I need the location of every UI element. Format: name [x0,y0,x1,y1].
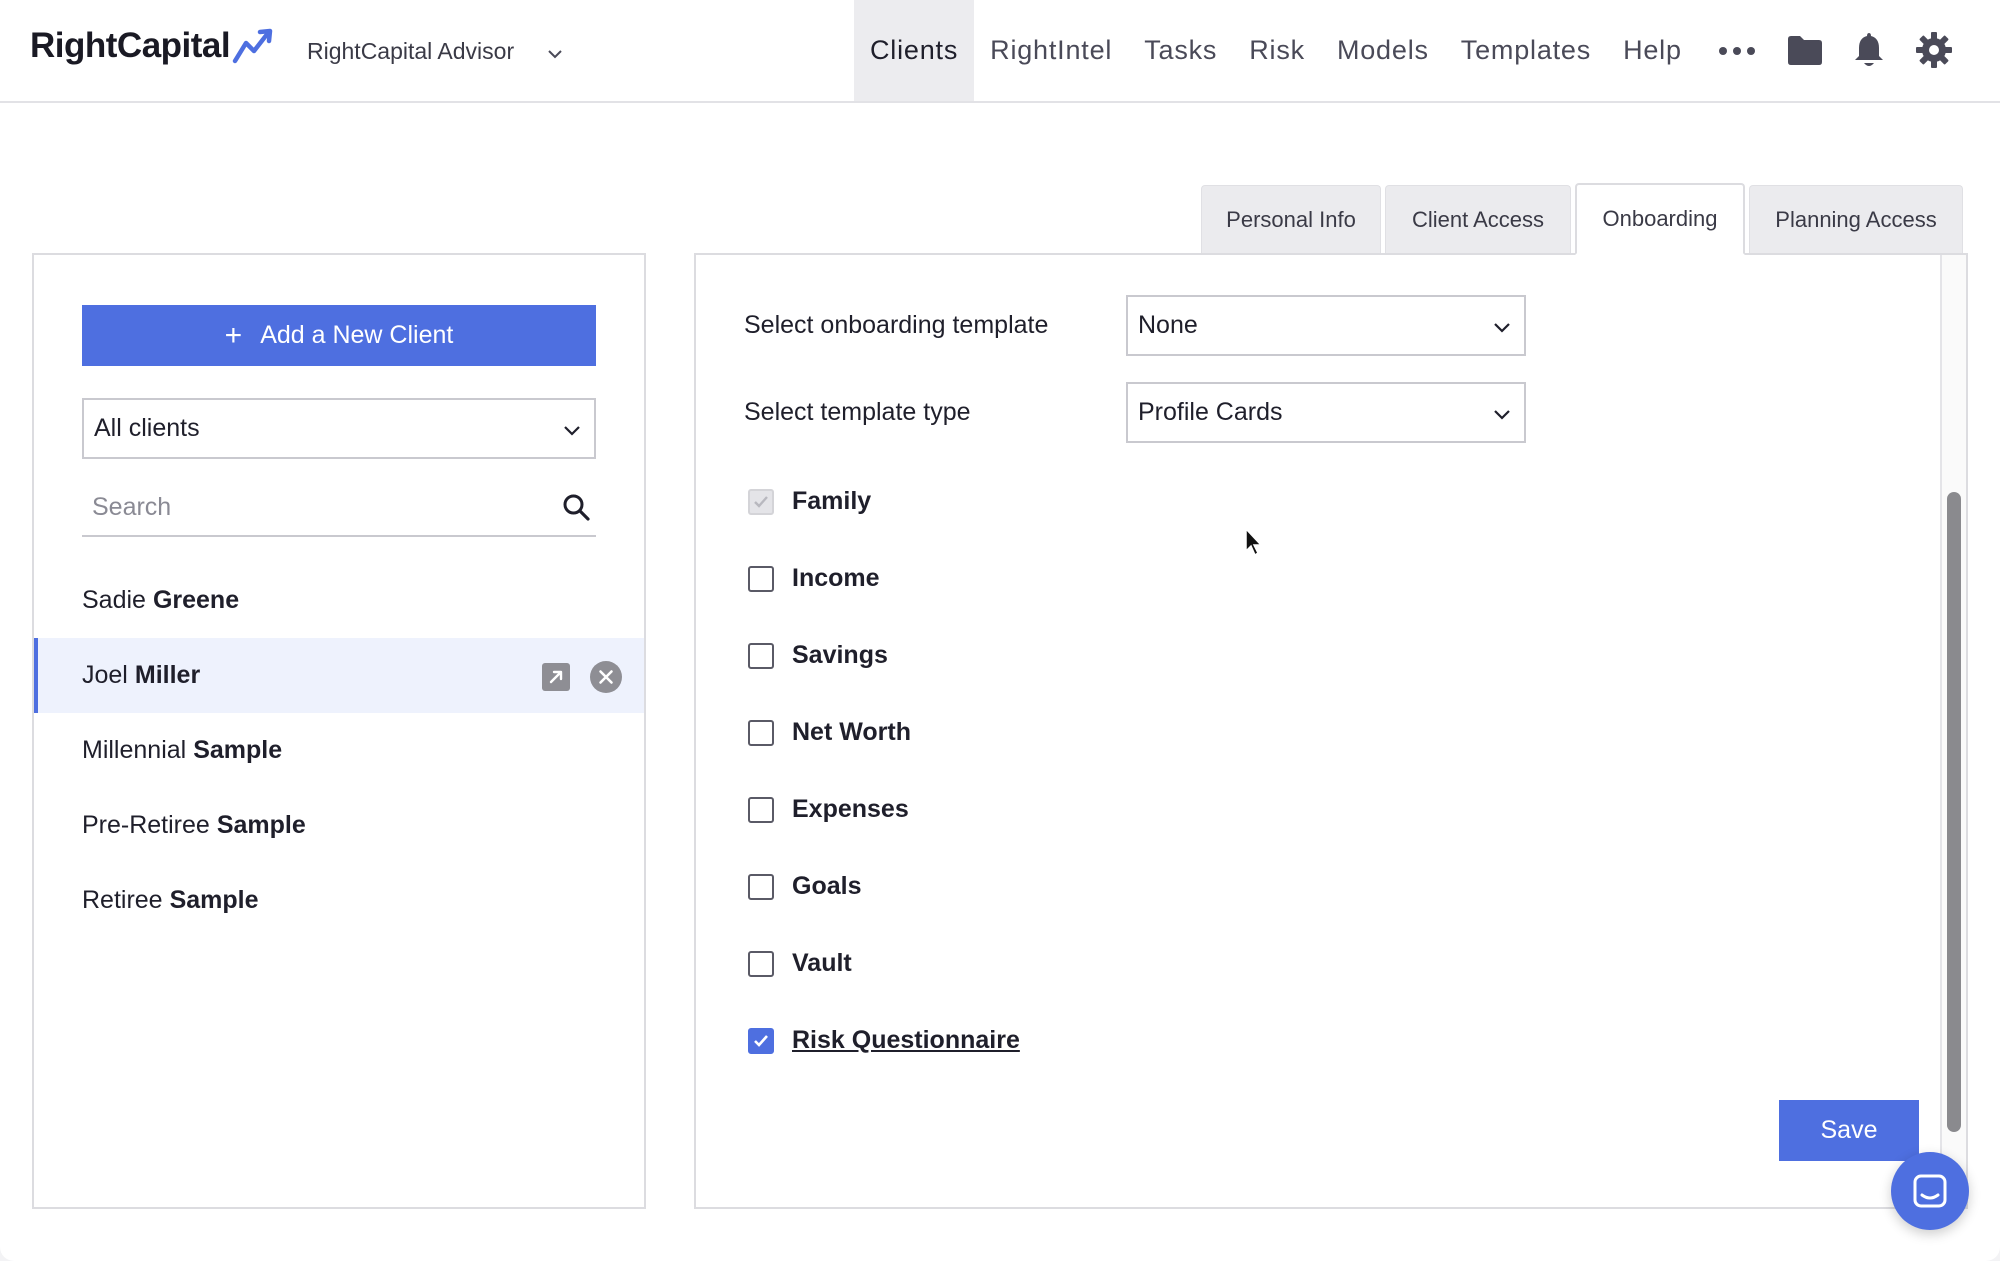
row-actions [542,661,622,693]
net-worth-checkbox[interactable] [748,719,774,746]
client-last-name: Greene [152,586,240,614]
scrollbar-thumb[interactable] [1947,492,1961,1132]
template-label: Select onboarding template [744,311,1049,339]
checkbox-row-risk-questionnaire: Risk Questionnaire [748,1026,1020,1055]
bell-icon[interactable] [1853,31,1885,69]
logo[interactable]: RightCapital [30,26,276,66]
template-type-value: Profile Cards [1138,398,1283,426]
main-nav: Clients RightIntel Tasks Risk Models Tem… [854,0,1698,101]
client-last-name: Sample [169,886,259,914]
client-search [82,479,596,537]
goals-label: Goals [792,872,862,900]
nav-help[interactable]: Help [1607,0,1698,101]
client-first-name: Millennial [82,736,187,764]
client-first-name: Pre-Retiree [82,811,210,839]
checkbox-row-expenses: Expenses [748,795,909,824]
income-label: Income [792,564,880,592]
risk-questionnaire-link[interactable]: Risk Questionnaire [792,1026,1020,1055]
nav-tasks[interactable]: Tasks [1128,0,1233,101]
template-type-row: Select template type Profile Cards [744,382,1534,443]
nav-models[interactable]: Models [1321,0,1445,101]
plus-icon: + [224,318,243,352]
logo-text: RightCapital [30,26,231,65]
vault-label: Vault [792,949,852,977]
app-window: RightCapital RightCapital Advisor Client… [0,0,2000,1261]
nav-templates[interactable]: Templates [1445,0,1607,101]
checkbox-row-goals: Goals [748,872,861,901]
template-type-label: Select template type [744,398,971,426]
nav-clients[interactable]: Clients [854,0,975,101]
template-row: Select onboarding template None [744,295,1534,356]
search-input[interactable] [82,479,542,535]
family-checkbox[interactable] [748,488,774,515]
goals-checkbox[interactable] [748,873,774,900]
client-list: Sadie Greene Joel Miller Millennial Samp… [34,563,644,938]
client-tabs: Personal Info Client Access Onboarding P… [1201,183,1963,255]
client-row-retiree-sample[interactable]: Retiree Sample [34,863,644,938]
add-client-label: Add a New Client [260,321,454,349]
expenses-checkbox[interactable] [748,796,774,823]
chevron-down-icon[interactable] [546,40,564,68]
client-filter-value: All clients [94,414,200,442]
family-label: Family [792,487,872,515]
panel-scrollbar[interactable] [1940,255,1966,1207]
check-icon [754,495,768,508]
remove-client-icon[interactable] [590,661,622,693]
client-first-name: Retiree [82,886,163,914]
net-worth-label: Net Worth [792,718,911,746]
onboarding-panel: DATA ENTRY MENU Select onboarding templa… [694,253,1968,1209]
client-first-name: Sadie [82,586,146,614]
add-client-button[interactable]: + Add a New Client [82,305,596,366]
checkbox-row-savings: Savings [748,641,888,670]
nav-risk[interactable]: Risk [1233,0,1321,101]
client-last-name: Miller [134,661,201,689]
client-filter-select[interactable]: All clients [82,398,596,459]
client-sidebar: + Add a New Client All clients Sadie [32,253,646,1209]
client-row-millennial-sample[interactable]: Millennial Sample [34,713,644,788]
section-heading: DATA ENTRY MENU [744,255,1010,262]
template-select-value: None [1138,311,1198,339]
client-row-sadie-greene[interactable]: Sadie Greene [34,563,644,638]
checkbox-row-family: Family [748,487,871,516]
logo-arrow-icon [232,28,273,64]
tab-client-access[interactable]: Client Access [1385,185,1571,253]
org-name[interactable]: RightCapital Advisor [307,38,514,65]
save-button[interactable]: Save [1779,1100,1919,1161]
risk-questionnaire-checkbox[interactable] [748,1027,774,1054]
template-type-select[interactable]: Profile Cards [1126,382,1526,443]
chevron-down-icon [1494,323,1510,333]
vault-checkbox[interactable] [748,950,774,977]
template-select[interactable]: None [1126,295,1526,356]
savings-label: Savings [792,641,888,669]
client-first-name: Joel [82,661,128,689]
client-row-joel-miller[interactable]: Joel Miller [34,638,644,713]
checkbox-row-vault: Vault [748,949,852,978]
client-row-pre-retiree-sample[interactable]: Pre-Retiree Sample [34,788,644,863]
income-checkbox[interactable] [748,565,774,592]
checkbox-row-net-worth: Net Worth [748,718,911,747]
nav-rightintel[interactable]: RightIntel [974,0,1128,101]
check-icon [754,1034,768,1047]
gear-icon[interactable] [1915,31,1953,69]
mouse-cursor-icon [1245,527,1263,557]
folder-icon[interactable] [1786,34,1824,66]
client-last-name: Sample [193,736,283,764]
client-last-name: Sample [216,811,306,839]
tab-onboarding[interactable]: Onboarding [1575,183,1745,255]
top-header: RightCapital RightCapital Advisor Client… [0,0,2000,103]
chat-icon [1913,1174,1947,1208]
tab-personal-info[interactable]: Personal Info [1201,185,1381,253]
chat-launcher-button[interactable] [1891,1152,1969,1230]
tab-planning-access[interactable]: Planning Access [1749,185,1963,253]
more-icon[interactable] [1718,44,1756,58]
chevron-down-icon [1494,410,1510,420]
savings-checkbox[interactable] [748,642,774,669]
checkbox-row-income: Income [748,564,880,593]
expenses-label: Expenses [792,795,909,823]
search-icon[interactable] [562,493,590,521]
chevron-down-icon [564,426,580,436]
content-area: + Add a New Client All clients Sadie [0,103,2000,1261]
open-external-icon[interactable] [542,663,570,691]
